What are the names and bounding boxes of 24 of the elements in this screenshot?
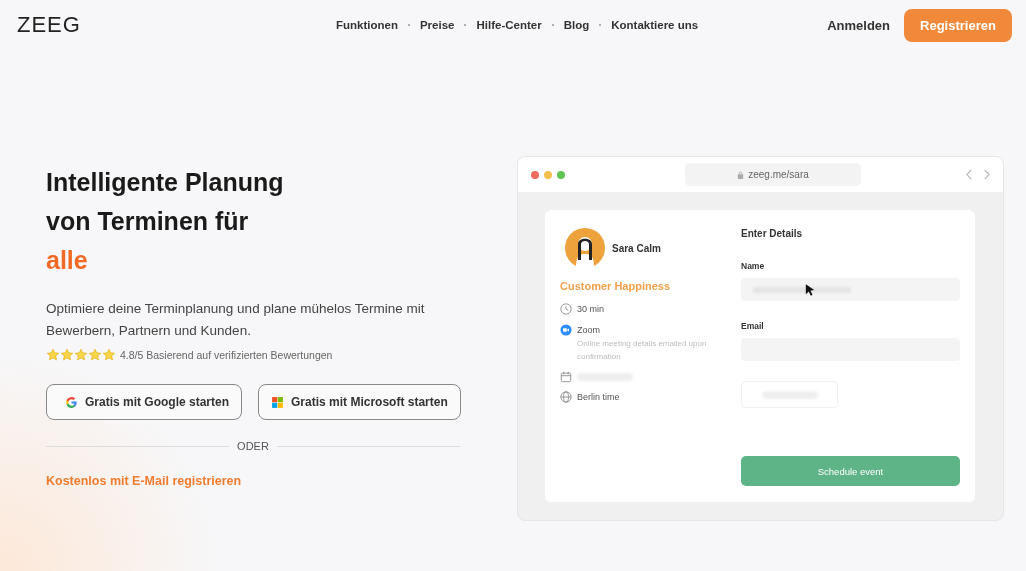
nav-link[interactable]: Blog (563, 19, 590, 31)
address-bar[interactable]: zeeg.me/sara (685, 163, 861, 186)
login-link[interactable]: Anmelden (827, 17, 890, 33)
headline-accent: alle (46, 245, 89, 276)
headline: von Terminen für (46, 206, 250, 237)
divider-label: ODER (237, 440, 269, 452)
rating-text: 4.8/5 Basierend auf verifizierten Bewertungen (120, 349, 333, 361)
nav-link[interactable]: Kontaktiere uns (611, 19, 699, 31)
microsoft-signin-button[interactable]: Gratis mit Microsoft starten (258, 384, 461, 420)
nav-link[interactable]: Funktionen (336, 19, 398, 31)
subtitle: Optimiere deine Terminplanung und plane mühelos Termine mit Bewerbern, Partnern und Kunden. (46, 300, 426, 340)
detail-text: Berlin time (577, 391, 620, 404)
nav-link[interactable]: Hilfe-Center (476, 19, 542, 31)
field-label: Name (741, 261, 766, 271)
headline: Intelligente Planung (46, 167, 285, 198)
form-title: Enter Details (741, 228, 804, 239)
event-title: Customer Happiness (560, 280, 672, 292)
nav-link[interactable]: Preise (419, 19, 455, 31)
detail-text: 30 min (577, 303, 604, 316)
logo[interactable]: ZEEG (17, 12, 317, 38)
field-label: Email (741, 321, 765, 331)
host-name: Sara Calm (612, 242, 661, 254)
google-signin-button[interactable]: Gratis mit Google starten (46, 384, 243, 420)
detail-text: Zoom (577, 324, 601, 337)
